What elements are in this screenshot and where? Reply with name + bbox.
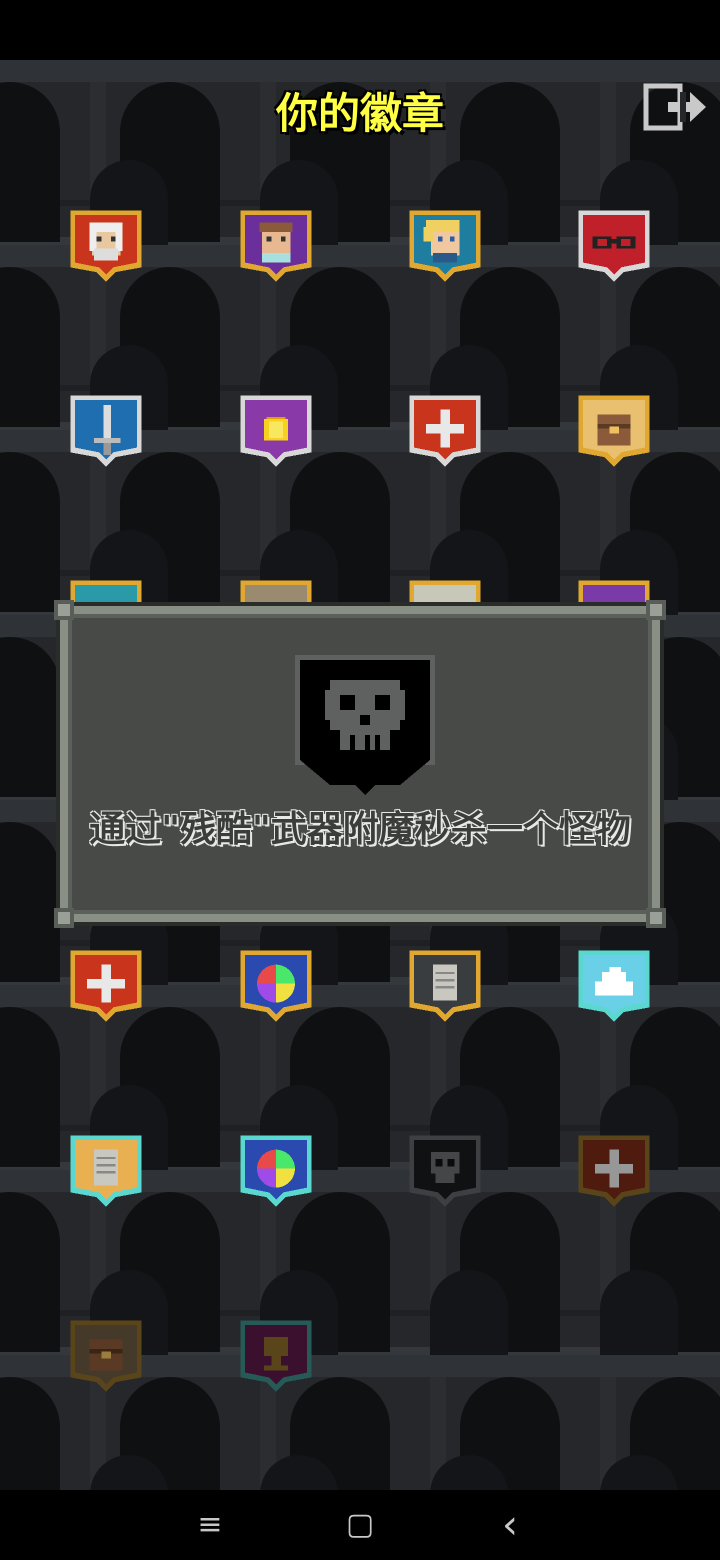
badge-info-dialog[interactable]: 通过"残酷"武器附魔秒杀一个怪物: [54, 600, 666, 928]
exit-button[interactable]: [640, 80, 710, 134]
rogue-portrait-icon: [409, 210, 481, 282]
exit-door-icon: [643, 83, 706, 131]
mage-portrait-icon: [240, 210, 312, 282]
back-chevron-icon[interactable]: ‹: [490, 1505, 530, 1545]
trophy-icon: [240, 1320, 312, 1392]
badge-warrior[interactable]: [68, 208, 144, 284]
badge-food[interactable]: [576, 393, 652, 469]
badge-sword[interactable]: [68, 393, 144, 469]
menu-icon[interactable]: ≡: [190, 1505, 230, 1545]
dialog-corner: [54, 600, 74, 620]
chest-icon: [70, 1320, 142, 1392]
potion-wheel-icon: [240, 1135, 312, 1207]
badge-scroll[interactable]: [407, 948, 483, 1024]
dialog-corner: [646, 908, 666, 928]
badge-gold[interactable]: [238, 393, 314, 469]
chest-icon: [578, 395, 650, 467]
badge-health-dim[interactable]: [576, 1133, 652, 1209]
scroll-icon: [409, 950, 481, 1022]
cross-icon: [578, 1135, 650, 1207]
mask-icon: [578, 210, 650, 282]
cross-icon: [409, 395, 481, 467]
sword-icon: [70, 395, 142, 467]
skull-icon: [409, 1135, 481, 1207]
badge-potions-cyan[interactable]: [238, 1133, 314, 1209]
badge-potions[interactable]: [238, 948, 314, 1024]
dialog-corner: [54, 908, 74, 928]
cross-icon: [70, 950, 142, 1022]
badge-health-gold[interactable]: [68, 948, 144, 1024]
badge-trophy-dim[interactable]: [238, 1318, 314, 1394]
badge-scroll-cyan[interactable]: [68, 1133, 144, 1209]
badge-chest-dim[interactable]: [68, 1318, 144, 1394]
badge-skull[interactable]: [407, 1133, 483, 1209]
cloud-icon: [578, 950, 650, 1022]
skull-icon: [290, 650, 440, 800]
status-bar: [0, 0, 720, 60]
page-title: 你的徽章: [275, 89, 444, 138]
badge-huntress[interactable]: [576, 208, 652, 284]
warrior-portrait-icon: [70, 210, 142, 282]
dialog-corner: [646, 600, 666, 620]
home-square-icon[interactable]: ▢: [340, 1505, 380, 1545]
system-nav-bar: ≡ ▢ ‹: [0, 1490, 720, 1560]
scroll-icon: [70, 1135, 142, 1207]
gold-coin-icon: [240, 395, 312, 467]
badge-description: 通过"残酷"武器附魔秒杀一个怪物: [89, 809, 631, 850]
badge-cloud[interactable]: [576, 948, 652, 1024]
badge-mage[interactable]: [238, 208, 314, 284]
badge-rogue[interactable]: [407, 208, 483, 284]
badge-health[interactable]: [407, 393, 483, 469]
potion-wheel-icon: [240, 950, 312, 1022]
